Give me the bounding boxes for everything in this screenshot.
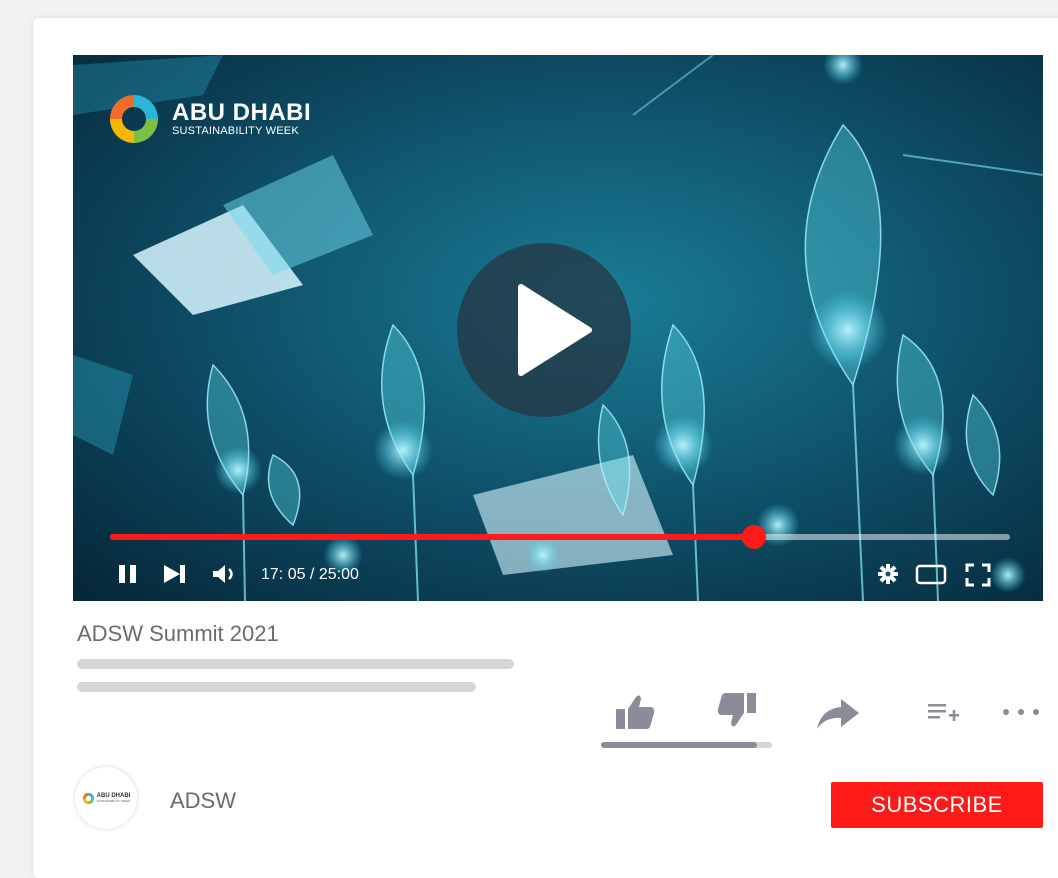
- channel-avatar[interactable]: ABU DHABI SUSTAINABILITY WEEK: [75, 767, 137, 829]
- avatar-logo-subtitle: SUSTAINABILITY WEEK: [96, 799, 131, 803]
- fullscreen-icon[interactable]: [965, 563, 991, 587]
- like-dislike-bar: [601, 742, 772, 748]
- pause-icon[interactable]: [117, 563, 139, 585]
- play-icon: [518, 284, 592, 376]
- more-icon[interactable]: [1000, 706, 1044, 718]
- adsw-logo-icon: [110, 95, 158, 143]
- progress-played: [110, 534, 755, 540]
- play-button[interactable]: [457, 243, 631, 417]
- description-placeholder-line: [77, 659, 514, 669]
- add-to-playlist-icon[interactable]: [927, 701, 961, 725]
- time-display: 17: 05 / 25:00: [261, 566, 359, 583]
- adsw-logo-icon: [82, 792, 94, 804]
- subscribe-button[interactable]: SUBSCRIBE: [831, 782, 1043, 828]
- logo-subtitle: SUSTAINABILITY WEEK: [172, 125, 299, 137]
- thumbs-down-icon[interactable]: [716, 691, 758, 729]
- video-title: ADSW Summit 2021: [77, 621, 279, 646]
- thumbs-up-icon[interactable]: [614, 693, 656, 731]
- next-icon[interactable]: [162, 563, 188, 585]
- progress-bar[interactable]: [110, 525, 1010, 549]
- channel-name[interactable]: ADSW: [170, 788, 236, 814]
- like-ratio-fill: [601, 742, 757, 748]
- video-player[interactable]: ABU DHABI SUSTAINABILITY WEEK 17: 05 / 2…: [73, 55, 1043, 601]
- brand-logo: ABU DHABI SUSTAINABILITY WEEK: [106, 91, 311, 147]
- description-placeholder-line: [77, 682, 476, 692]
- logo-title: ABU DHABI: [172, 99, 312, 126]
- avatar-logo-text: ABU DHABI SUSTAINABILITY WEEK: [95, 793, 131, 803]
- settings-icon[interactable]: [877, 563, 899, 585]
- theater-mode-icon[interactable]: [915, 563, 947, 585]
- logo-text: ABU DHABI SUSTAINABILITY WEEK: [172, 99, 312, 138]
- share-icon[interactable]: [815, 697, 861, 731]
- volume-icon[interactable]: [211, 563, 239, 585]
